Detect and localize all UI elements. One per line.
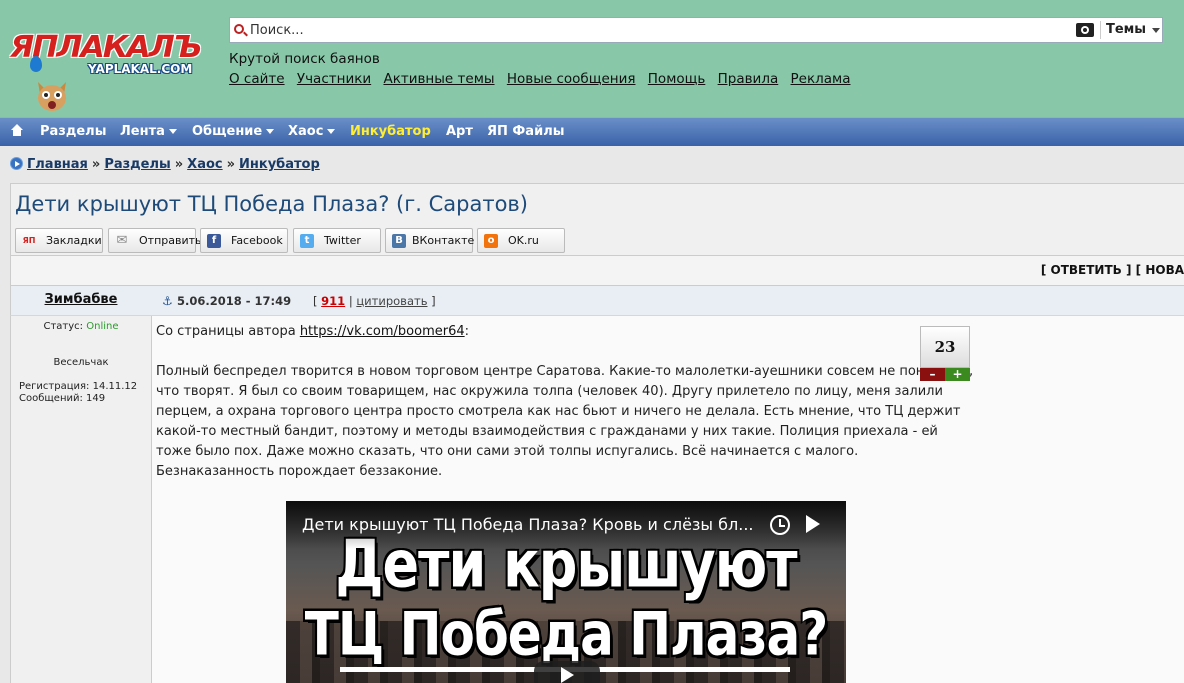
share-twitter-button[interactable]: t Twitter (293, 228, 381, 253)
link-active-topics[interactable]: Активные темы (383, 71, 494, 87)
home-icon[interactable] (10, 124, 24, 138)
facebook-icon: f (207, 234, 221, 248)
user-status: Статус: Online (43, 321, 119, 332)
breadcrumb-home[interactable]: Главная (27, 157, 88, 172)
envelope-icon: ✉ (116, 233, 128, 248)
rating-up-button[interactable]: + (945, 368, 970, 381)
share-email-button[interactable]: ✉ Отправить (108, 228, 202, 253)
search-icon (234, 24, 244, 34)
chevron-down-icon (327, 129, 336, 134)
share-vk-button[interactable]: B ВКонтакте (385, 228, 474, 253)
page-title: Дети крышуют ТЦ Победа Плаза? (г. Сарато… (15, 192, 528, 216)
anchor-icon[interactable]: ⚓ (162, 294, 173, 308)
topics-dropdown[interactable]: Темы (1106, 22, 1146, 37)
action-links: [ ОТВЕТИТЬ ] [ НОВА (1041, 263, 1184, 277)
yp-bookmark-icon: ЯП (22, 236, 36, 245)
author-source-link[interactable]: https://vk.com/boomer64 (300, 324, 465, 339)
search-divider (1100, 21, 1101, 39)
vk-icon: B (392, 234, 406, 248)
rating-value: 23 (920, 326, 970, 368)
site-logo[interactable]: ЯПЛАКАЛЪ YAPLAKAL.COM (8, 28, 208, 118)
post-rating: 23 – + (920, 326, 970, 382)
post-author-panel: Статус: Online Весельчак Регистрация: 14… (10, 286, 152, 683)
user-rank: Весельчак (53, 357, 109, 368)
post-intro: Со страницы автора https://vk.com/boomer… (156, 324, 470, 339)
nav-feed[interactable]: Лента (120, 124, 177, 139)
topic-header: Дети крышуют ТЦ Победа Плаза? (г. Сарато… (10, 183, 1184, 256)
play-button[interactable] (534, 661, 600, 683)
nav-chaos[interactable]: Хаос (288, 124, 336, 139)
reply-button[interactable]: [ ОТВЕТИТЬ ] (1041, 263, 1132, 277)
link-about[interactable]: О сайте (229, 71, 285, 87)
post-author-link[interactable]: Зимбабве (11, 292, 151, 307)
status-badge: Online (86, 321, 119, 332)
link-help[interactable]: Помощь (648, 71, 706, 87)
nav-sections[interactable]: Разделы (40, 124, 106, 139)
logo-subtext: YAPLAKAL.COM (88, 62, 193, 76)
chevron-down-icon[interactable] (1152, 28, 1160, 33)
link-ads[interactable]: Реклама (791, 71, 851, 87)
camera-icon[interactable] (1076, 23, 1094, 37)
video-title[interactable]: Дети крышуют ТЦ Победа Плаза? Кровь и сл… (302, 515, 753, 534)
share-bookmarks-button[interactable]: ЯП Закладки (15, 228, 103, 253)
chevron-down-icon (168, 129, 177, 134)
post-text: Полный беспредел творится в новом торгов… (156, 364, 974, 479)
link-members[interactable]: Участники (297, 71, 371, 87)
breadcrumb-incubator[interactable]: Инкубатор (239, 157, 320, 172)
post-date: 5.06.2018 - 17:49 (177, 294, 292, 308)
rating-down-button[interactable]: – (920, 368, 945, 381)
user-messages: Сообщений: 149 (19, 393, 106, 404)
nav-art[interactable]: Арт (446, 124, 473, 139)
breadcrumb: Главная» Разделы» Хаос» Инкубатор (10, 157, 320, 172)
twitter-icon: t (300, 234, 314, 248)
search-input[interactable] (250, 20, 1070, 40)
nav-files[interactable]: ЯП Файлы (487, 124, 564, 139)
post-number-link[interactable]: 911 (321, 294, 345, 308)
post-header: Зимбабве ⚓ 5.06.2018 - 17:49 [ 911 | цит… (10, 286, 1184, 316)
drop-icon (30, 56, 42, 72)
odnoklassniki-icon: o (484, 234, 498, 248)
share-icon[interactable] (806, 515, 820, 533)
nav-incubator[interactable]: Инкубатор (350, 124, 431, 139)
watch-later-icon[interactable] (770, 515, 790, 535)
video-embed[interactable]: Дети крышуют ТЦ Победа Плаза? Дети крышу… (286, 501, 846, 683)
link-new-messages[interactable]: Новые сообщения (507, 71, 636, 87)
video-overlay-line2: ТЦ Победа Плаза? (304, 599, 828, 669)
arrow-circle-icon (10, 157, 23, 170)
breadcrumb-sections[interactable]: Разделы (104, 157, 170, 172)
tagline: Крутой поиск баянов (229, 51, 380, 67)
user-registered: Регистрация: 14.11.12 (19, 381, 138, 392)
nav-chat[interactable]: Общение (192, 124, 275, 139)
cat-mascot-icon (38, 82, 66, 111)
share-ok-button[interactable]: o OK.ru (477, 228, 565, 253)
new-topic-button[interactable]: [ НОВА (1136, 263, 1184, 277)
topic-actions: [ ОТВЕТИТЬ ] [ НОВА (10, 256, 1184, 286)
post-meta: [ 911 | цитировать ] (313, 294, 436, 308)
breadcrumb-chaos[interactable]: Хаос (187, 157, 222, 172)
top-links: О сайте Участники Активные темы Новые со… (229, 71, 859, 87)
main-nav: Разделы Лента Общение Хаос Инкубатор Арт… (0, 117, 1184, 146)
search-bar: Темы (229, 17, 1163, 43)
chevron-down-icon (266, 129, 275, 134)
quote-link[interactable]: цитировать (356, 294, 427, 308)
link-rules[interactable]: Правила (718, 71, 779, 87)
share-facebook-button[interactable]: f Facebook (200, 228, 288, 253)
site-header: ЯПЛАКАЛЪ YAPLAKAL.COM Темы Крутой поиск … (0, 0, 1184, 117)
